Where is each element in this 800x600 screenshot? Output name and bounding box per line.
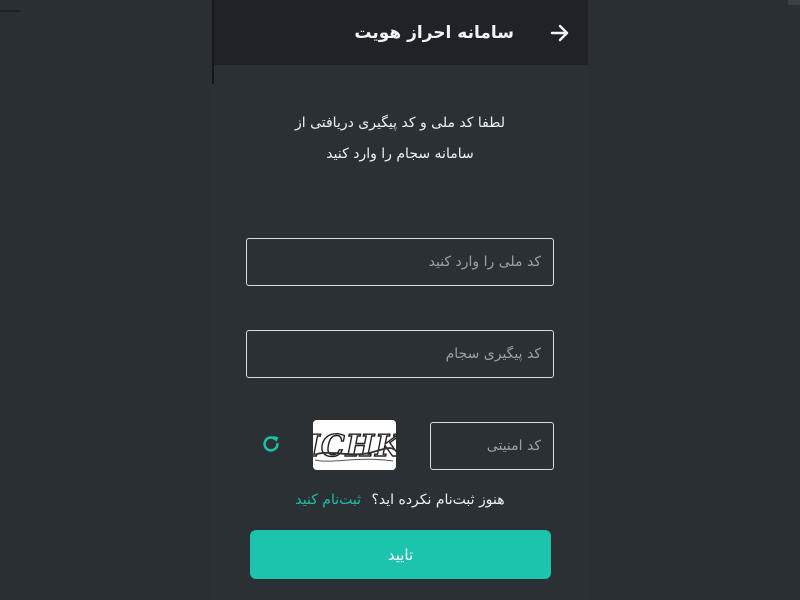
confirm-button[interactable]: تایید [250,530,551,579]
refresh-icon [263,435,279,452]
page-title: سامانه احراز هویت [354,23,514,43]
header-bar: سامانه احراز هویت [212,0,588,65]
arrow-right-icon [550,24,569,42]
captcha-graphic: ICHK [313,420,396,470]
security-code-input[interactable] [430,422,554,470]
captcha-text: ICHK [313,429,396,464]
tracking-code-input[interactable] [246,330,554,378]
header-edge-line [212,0,214,84]
intro-text: لطفا کد ملی و کد پیگیری دریافتی از سامان… [212,108,588,170]
background-right [588,0,800,600]
screen: سامانه احراز هویت لطفا کد ملی و کد پیگیر… [0,0,800,600]
back-button[interactable] [548,21,572,45]
background-corner-mark [788,0,800,5]
auth-panel: سامانه احراز هویت لطفا کد ملی و کد پیگیر… [212,0,588,600]
background-left [0,0,212,600]
captcha-image: ICHK [313,420,396,470]
signup-link[interactable]: ثبت‌نام کنید [295,492,361,508]
refresh-captcha-button[interactable] [260,433,282,455]
background-edge-mark [0,0,20,12]
intro-line-2: سامانه سجام را وارد کنید [326,146,474,162]
signup-question: هنوز ثبت‌نام نکرده اید؟ [371,492,505,508]
national-code-input[interactable] [246,238,554,286]
intro-line-1: لطفا کد ملی و کد پیگیری دریافتی از [295,115,505,131]
signup-prompt: هنوز ثبت‌نام نکرده اید؟ ثبت‌نام کنید [212,492,588,508]
